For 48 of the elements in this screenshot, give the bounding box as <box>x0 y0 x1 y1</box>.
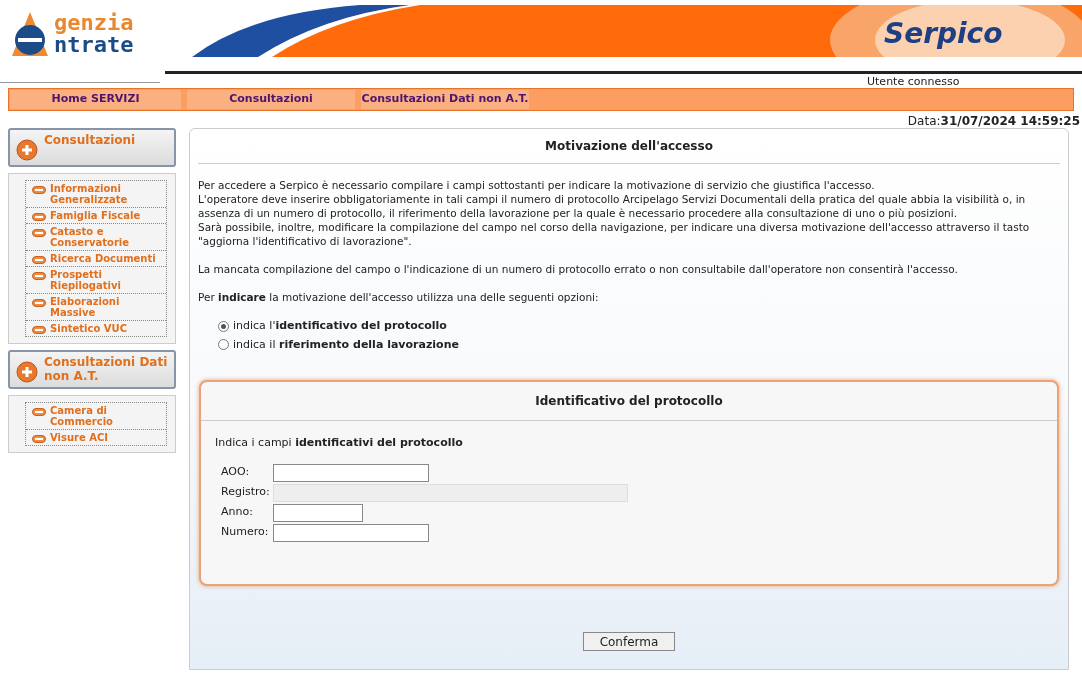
radio-option[interactable]: indica il riferimento della lavorazione <box>218 336 1060 353</box>
confirm-button[interactable]: Conferma <box>582 632 676 651</box>
minus-icon <box>32 299 46 307</box>
plus-icon <box>16 361 38 383</box>
minus-icon <box>32 326 46 334</box>
sidebar-item[interactable]: Prospetti Riepilogativi <box>26 266 166 293</box>
field-label: Registro: <box>221 484 271 501</box>
sidebar-item[interactable]: Camera di Commercio <box>26 403 166 429</box>
app-name: Serpico <box>884 16 1003 52</box>
agency-logo: genzia ntrate <box>8 10 134 58</box>
warning-text: La mancata compilazione del campo o l'indicazione di un numero di protocollo errato o non consultabile dall'operatore non consentirà l'accesso. <box>198 262 959 276</box>
minus-icon <box>32 256 46 264</box>
sidebar-section-header[interactable]: Consultazioni Dati non A.T. <box>8 350 176 389</box>
minus-icon <box>32 186 46 194</box>
panel-title: Motivazione dell'accesso <box>198 129 1060 164</box>
sidebar-item[interactable]: Sintetico VUC <box>26 320 166 336</box>
protocol-instruction: Indica i campi identificativi del protocollo <box>215 435 464 451</box>
nav-link[interactable]: Consultazioni <box>187 90 355 109</box>
date-value: 31/07/2024 14:59:25 <box>940 114 1080 128</box>
field-label: Anno: <box>221 504 254 521</box>
sidebar-item[interactable]: Ricerca Documenti <box>26 250 166 266</box>
plus-icon <box>16 139 38 161</box>
field-label: AOO: <box>221 464 251 481</box>
text-field[interactable] <box>273 503 363 522</box>
sidebar-section-header[interactable]: Consultazioni <box>8 128 176 167</box>
minus-icon <box>32 408 46 416</box>
field-label: Numero: <box>221 524 270 541</box>
minus-icon <box>32 272 46 280</box>
intro-text: L'operatore deve inserire obbligatoriamente in tali campi il numero di protocollo Arcipelago Servizi Documentali della pratica del quale abbia la visibilità o, in assenza di un numero di protocollo, il riferimento della lavorazione per la quale è necessario procedere alla consultazione di uno o più posizioni. <box>198 192 1027 220</box>
sidebar-item[interactable]: Famiglia Fiscale <box>26 207 166 223</box>
text-field[interactable] <box>273 523 429 542</box>
minus-icon <box>32 229 46 237</box>
options-prompt: Per indicare la motivazione dell'accesso utilizza una delle seguenti opzioni: <box>198 290 600 304</box>
sidebar-item[interactable]: Elaborazioni Massive <box>26 293 166 320</box>
text-field[interactable] <box>273 463 429 482</box>
sidebar-item[interactable]: Informazioni Generalizzate <box>26 181 166 207</box>
sidebar-item[interactable]: Visure ACI <box>26 429 166 445</box>
radio-option[interactable]: indica l'identificativo del protocollo <box>218 318 1060 335</box>
sidebar-item[interactable]: Catasto e Conservatorie <box>26 223 166 250</box>
nav-link[interactable]: Consultazioni Dati non A.T. <box>361 90 529 109</box>
minus-icon <box>32 213 46 221</box>
minus-icon <box>32 435 46 443</box>
intro-text: Per accedere a Serpico è necessario compilare i campi sottostanti per indicare la motivazione di servizio che giustifica l'accesso. <box>198 178 876 192</box>
intro-text: Sarà possibile, inoltre, modificare la compilazione del campo nel corso della navigazione, per indicare una diversa motivazione dell'accesso attraverso il tasto "aggiorna l'identificativo di lavorazione". <box>198 220 1031 248</box>
connected-user-label: Utente connesso <box>867 76 960 87</box>
date-label: Data: <box>907 114 941 128</box>
nav-link[interactable]: Home SERVIZI <box>10 90 181 109</box>
protocol-panel-title: Identificativo del protocollo <box>201 382 1057 421</box>
